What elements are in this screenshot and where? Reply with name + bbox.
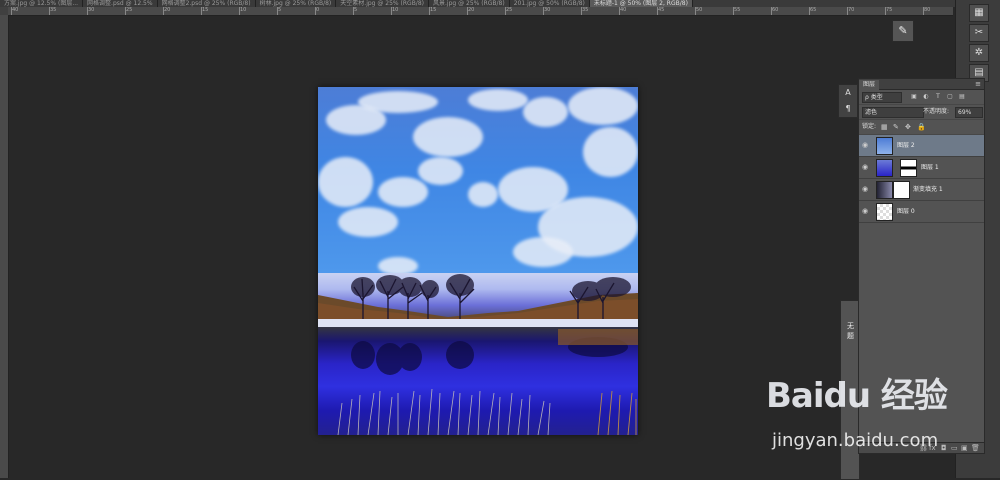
layer-row[interactable]: ◉ 渐变填充 1	[859, 179, 984, 201]
document-tab[interactable]: 方案.jpg @ 12.5% (图层...	[0, 0, 84, 7]
visibility-eye-icon[interactable]: ◉	[862, 207, 868, 216]
opacity-field[interactable]: 69%	[955, 107, 983, 118]
landscape-layer-image	[318, 273, 638, 435]
ruler-tick-label: 10	[238, 7, 247, 15]
panel-menu-icon[interactable]: ≡	[975, 79, 981, 89]
lock-label: 锁定:	[862, 123, 877, 130]
sky-layer-image	[318, 87, 638, 275]
ruler-tick-label: 60	[770, 7, 779, 15]
watermark-url: jingyan.baidu.com	[772, 430, 939, 451]
settings-icon[interactable]: ✲	[969, 44, 989, 62]
layer-row[interactable]: ◉ 图层 1	[859, 157, 984, 179]
landscape-illustration	[318, 274, 638, 435]
layer-name[interactable]: 图层 2	[897, 140, 915, 151]
character-panel-icon[interactable]: A	[839, 85, 857, 101]
lock-image-icon[interactable]: ✎	[893, 122, 899, 132]
ruler-tick-label: 80	[922, 7, 931, 15]
pixel-filter-icon[interactable]: ▣	[911, 93, 917, 100]
visibility-eye-icon[interactable]: ◉	[862, 185, 868, 194]
ruler-tick-label: 70	[846, 7, 855, 15]
watermark-logo: Baidu 经验	[766, 376, 948, 416]
ruler-tick-label: 40	[10, 7, 19, 15]
ruler-tick-label: 55	[732, 7, 741, 15]
tools-icon[interactable]: ✂	[969, 24, 989, 42]
layers-panel-tab[interactable]: 图层	[859, 80, 880, 90]
layer-name[interactable]: 图层 0	[897, 206, 915, 217]
lock-transparency-icon[interactable]: ▦	[881, 122, 888, 132]
ruler-tick-label: 0	[314, 7, 320, 15]
smart-object-filter-icon[interactable]: ▤	[959, 93, 965, 100]
document-tab[interactable]: 网格调整.psd @ 12.5%	[83, 0, 158, 7]
ruler-tick-label: 10	[390, 7, 399, 15]
visibility-eye-icon[interactable]: ◉	[862, 163, 868, 172]
document-tab[interactable]: 网格调整2.psd @ 25% (RGB/8)	[158, 0, 256, 7]
ruler-tick-label: 25	[124, 7, 133, 15]
type-filter-icon[interactable]: T	[935, 93, 941, 100]
document-tab[interactable]: 树林.jpg @ 25% (RGB/8)	[256, 0, 337, 7]
adjustment-filter-icon[interactable]: ◐	[923, 93, 929, 100]
document-tab[interactable]: 风景.jpg @ 25% (RGB/8)	[429, 0, 510, 7]
ruler-tick-label: 50	[694, 7, 703, 15]
lock-fill-row: 锁定: ▦ ✎ ✥ 🔒	[859, 120, 984, 135]
ruler-origin[interactable]	[0, 7, 8, 15]
layer-thumbnail	[876, 159, 893, 177]
opacity-label: 不透明度:	[923, 108, 950, 115]
ruler-tick-label: 5	[276, 7, 282, 15]
blend-mode-select[interactable]: 滤色	[862, 107, 924, 118]
blend-opacity-row: 滤色 不透明度: 69%	[859, 105, 984, 120]
lock-position-icon[interactable]: ✥	[905, 122, 911, 132]
document-tab[interactable]: 201.jpg @ 50% (RGB/8)	[510, 0, 590, 7]
layer-thumbnail	[876, 203, 893, 221]
vertical-ruler[interactable]	[0, 15, 9, 478]
layer-mask-thumbnail[interactable]	[893, 181, 910, 199]
layer-thumbnail	[876, 137, 893, 155]
ruler-tick-label: 25	[504, 7, 513, 15]
document-canvas[interactable]	[318, 87, 638, 435]
ruler-tick-label: 30	[86, 7, 95, 15]
ruler-tick-label: 30	[542, 7, 551, 15]
ruler-tick-label: 20	[162, 7, 171, 15]
ruler-tick-label: 15	[428, 7, 437, 15]
document-tab[interactable]: 天空素材.jpg @ 25% (RGB/8)	[336, 0, 429, 7]
layer-name[interactable]: 图层 1	[921, 162, 939, 173]
shape-filter-icon[interactable]: ▢	[947, 93, 953, 100]
layer-row[interactable]: ◉ 图层 2	[859, 135, 984, 157]
ruler-tick-label: 5	[352, 7, 358, 15]
ruler-tick-label: 40	[618, 7, 627, 15]
ruler-tick-label: 35	[48, 7, 57, 15]
layer-row[interactable]: ◉ 图层 0	[859, 201, 984, 223]
lock-all-icon[interactable]: 🔒	[917, 122, 926, 132]
ruler-tick-label: 65	[808, 7, 817, 15]
layers-comp-icon[interactable]: ▦	[969, 4, 989, 22]
brush-tool-icon[interactable]: ✎	[892, 20, 914, 42]
paragraph-panel-icon[interactable]: ¶	[839, 101, 857, 117]
baidu-jingyan-watermark: Baidu 经验 jingyan.baidu.com	[766, 368, 976, 458]
visibility-eye-icon[interactable]: ◉	[862, 141, 868, 150]
layer-kind-filter[interactable]: ρ 类型	[862, 92, 902, 103]
ruler-tick-label: 20	[466, 7, 475, 15]
layer-name[interactable]: 渐变填充 1	[913, 184, 943, 195]
ruler-tick-label: 75	[884, 7, 893, 15]
document-tab-bar: 方案.jpg @ 12.5% (图层... 网格调整.psd @ 12.5% 网格调…	[0, 0, 955, 7]
layer-filter-row: ρ 类型 ▣ ◐ T ▢ ▤	[859, 90, 984, 105]
document-tab[interactable]: 未标题-1 @ 50% (图层 2, RGB/8)	[589, 0, 693, 7]
layer-list: ◉ 图层 2 ◉ 图层 1 ◉ 渐变填充 1 ◉ 图层 0	[859, 135, 984, 223]
ruler-tick-label: 15	[200, 7, 209, 15]
ruler-tick-label: 35	[580, 7, 589, 15]
layers-panel-header: 图层 ≡	[859, 79, 984, 90]
horizontal-ruler[interactable]: 40 35 30 25 20 15 10 5 0 5 10 15 20 25 3…	[8, 7, 953, 16]
layer-thumbnail	[876, 181, 893, 199]
layer-mask-thumbnail[interactable]	[900, 159, 917, 177]
ruler-tick-label: 45	[656, 7, 665, 15]
character-paragraph-mini-panel: A ¶	[838, 84, 858, 118]
